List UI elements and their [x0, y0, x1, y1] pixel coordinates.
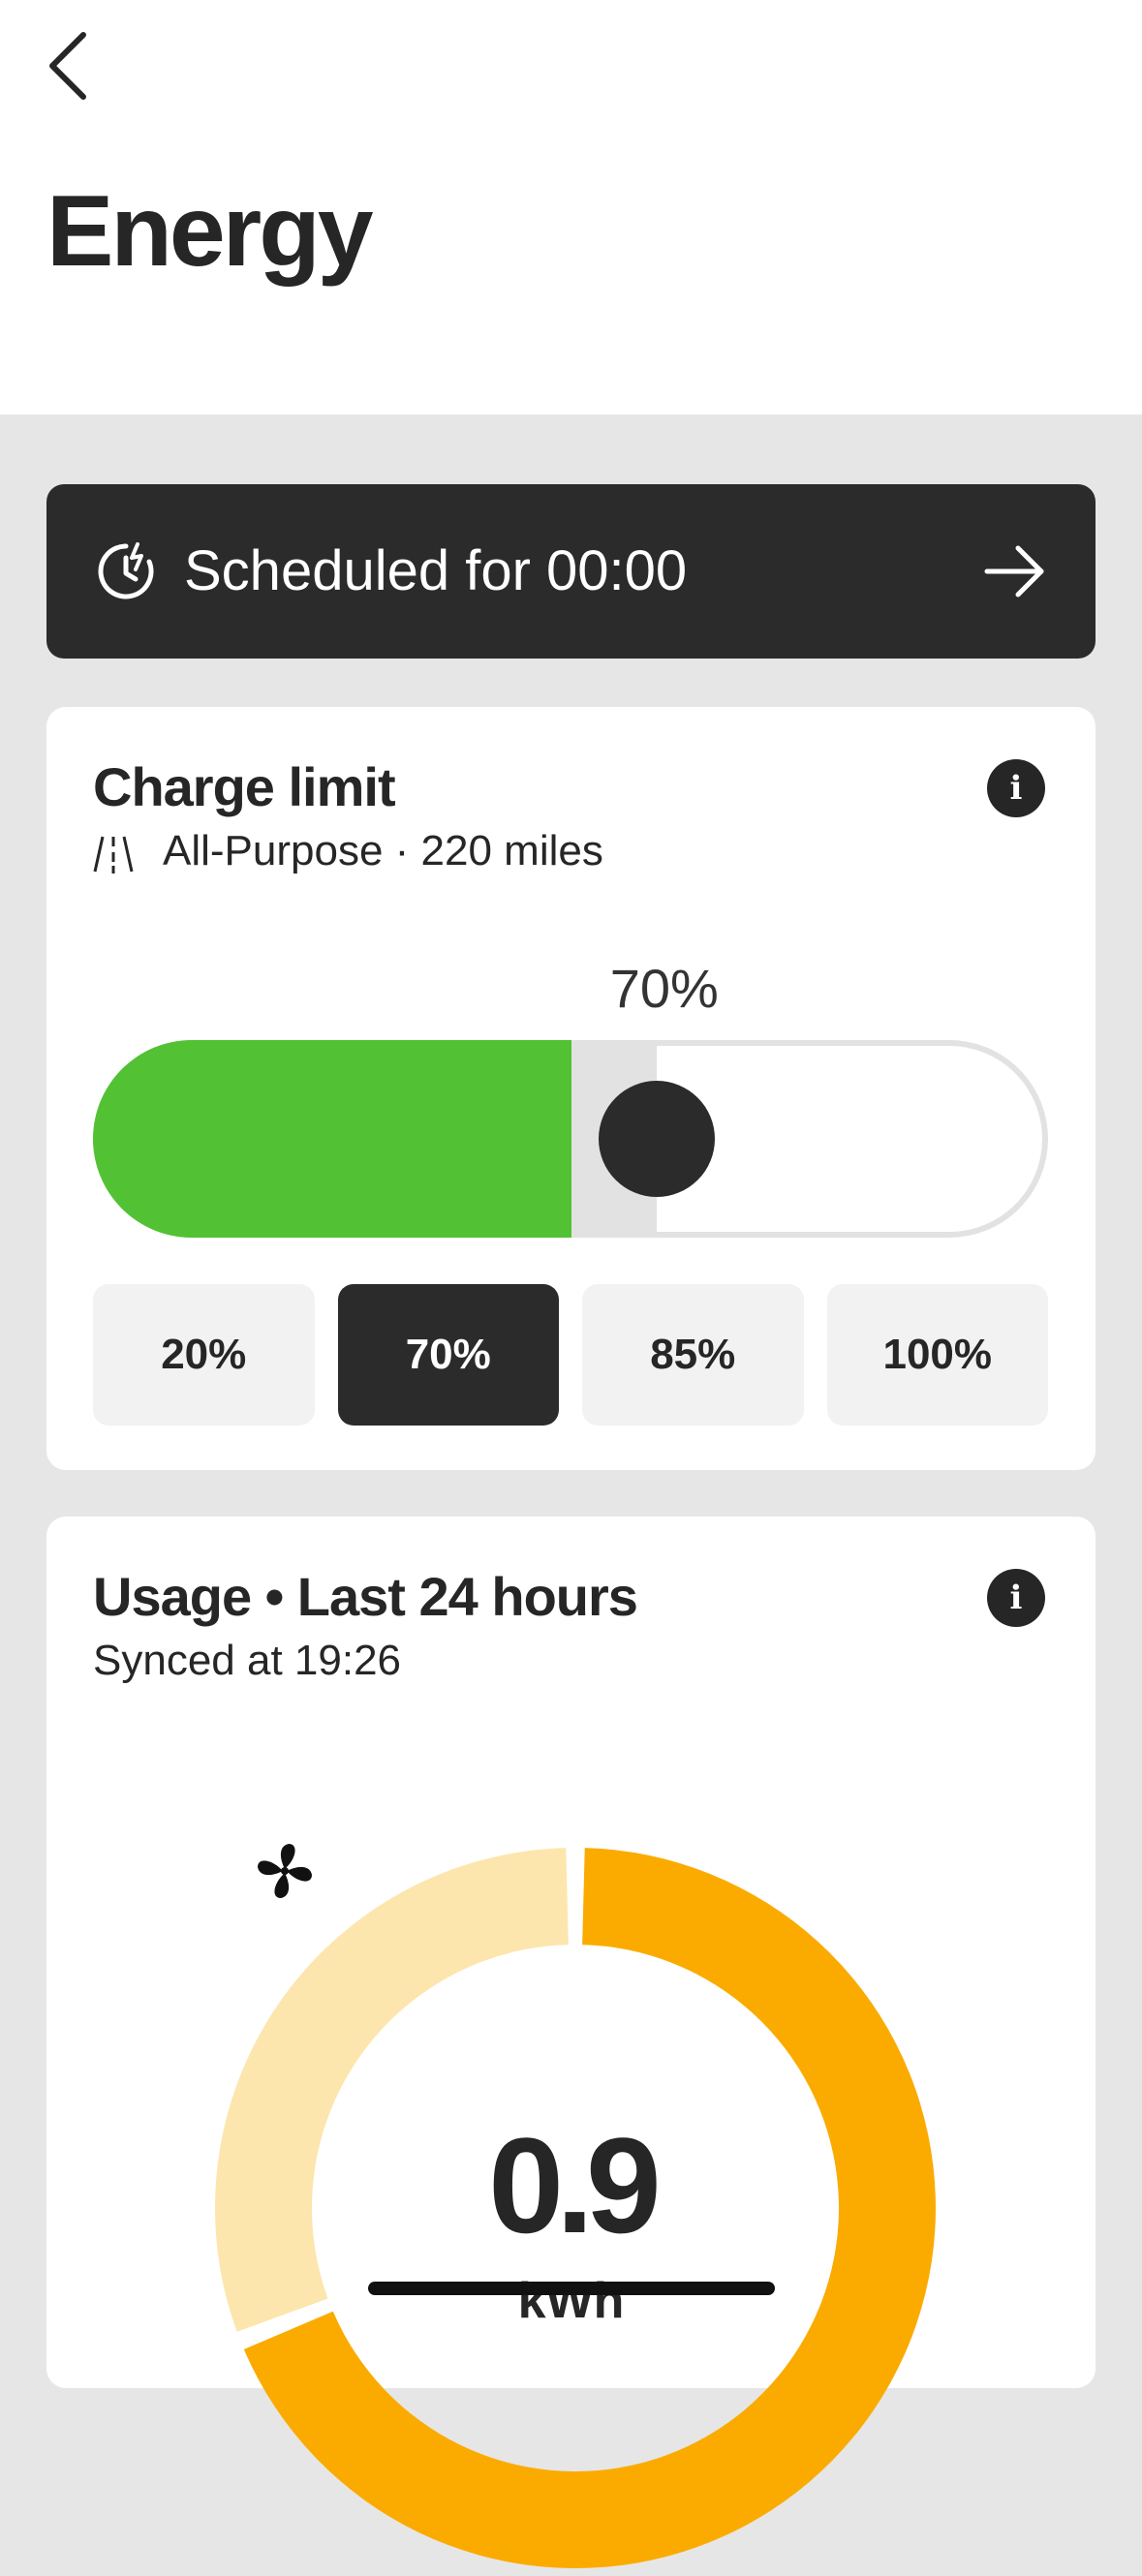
charge-limit-title: Charge limit — [93, 756, 396, 817]
charge-limit-info-button[interactable]: i — [987, 759, 1045, 817]
preset-85-button[interactable]: 85% — [582, 1284, 804, 1426]
preset-70-button[interactable]: 70% — [337, 1284, 559, 1426]
usage-info-button[interactable]: i — [987, 1569, 1045, 1627]
preset-20-button[interactable]: 20% — [93, 1284, 315, 1426]
charge-limit-slider[interactable] — [93, 1040, 1048, 1238]
page-title: Energy — [46, 175, 374, 288]
usage-card: Usage • Last 24 hours i Synced at 19:26 … — [46, 1517, 1096, 2568]
road-icon — [93, 836, 134, 874]
usage-title: Usage • Last 24 hours — [93, 1566, 638, 1627]
header: Energy — [0, 0, 1142, 414]
home-indicator — [368, 2282, 775, 2295]
charge-mode-text: All-Purpose · 220 miles — [163, 827, 603, 874]
chevron-left-icon[interactable] — [39, 29, 101, 103]
preset-100-button[interactable]: 100% — [826, 1284, 1048, 1426]
usage-value: 0.9 — [488, 2109, 662, 2261]
schedule-banner[interactable]: Scheduled for 00:00 — [46, 484, 1096, 659]
charge-limit-value: 70% — [609, 958, 719, 1019]
charge-limit-card: Charge limit i All-Purpose · 220 miles 7… — [46, 707, 1096, 1470]
slider-fill — [93, 1040, 571, 1238]
usage-unit: kWh — [517, 2273, 625, 2329]
slider-thumb[interactable] — [598, 1081, 715, 1197]
arrow-right-icon — [984, 545, 1044, 598]
schedule-label: Scheduled for 00:00 — [184, 539, 688, 602]
synced-text: Synced at 19:26 — [93, 1637, 402, 1684]
fan-icon — [258, 1844, 312, 1898]
preset-row: 20% 70% 85% 100% — [93, 1284, 1048, 1426]
clock-bolt-icon — [98, 542, 154, 599]
